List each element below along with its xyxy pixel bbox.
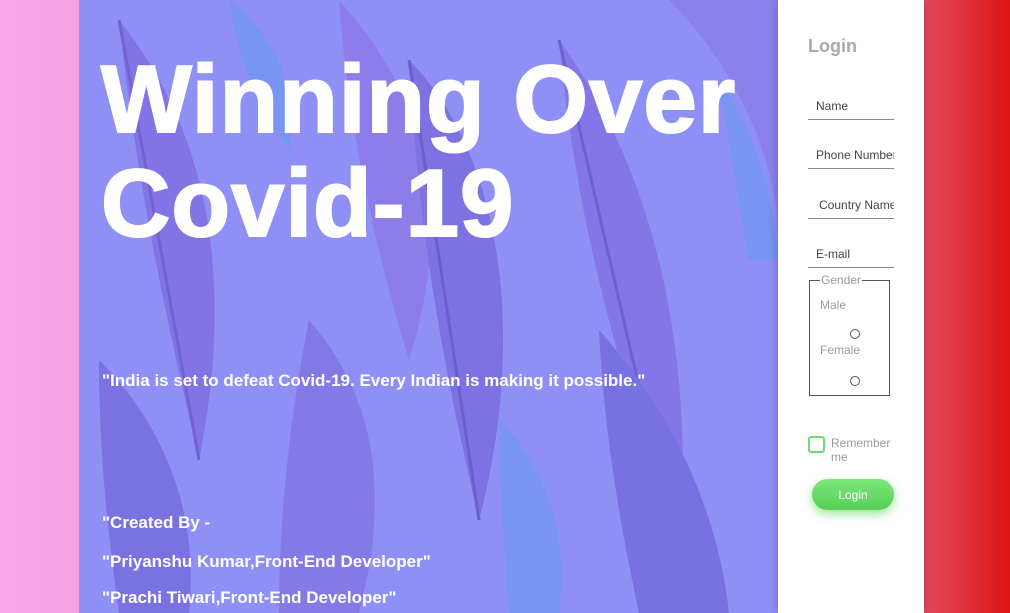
remember-me-checkbox[interactable] [808, 436, 825, 453]
gender-female-radio[interactable] [850, 376, 860, 386]
login-title: Login [808, 36, 857, 56]
email-input[interactable] [808, 240, 894, 268]
phone-input[interactable] [808, 141, 894, 169]
hero-title: Winning Over Covid-19 [100, 46, 737, 257]
hero-section: Winning Over Covid-19 "India is set to d… [79, 0, 778, 613]
credit-priyanshu: "Priyanshu Kumar,Front-End Developer" [102, 552, 431, 571]
remember-me-label: Remember me [831, 436, 891, 464]
gender-fieldset: Gender Male Female [809, 273, 890, 396]
gender-male-radio[interactable] [850, 329, 860, 339]
gender-legend: Gender [820, 273, 863, 287]
login-panel: Login Gender Male Female Remember me Log… [778, 0, 924, 613]
country-input[interactable] [808, 191, 894, 219]
login-button[interactable]: Login [812, 479, 894, 510]
hero-quote: "India is set to defeat Covid-19. Every … [102, 371, 646, 390]
gender-female-label: Female [820, 343, 861, 357]
credit-prachi: "Prachi Tiwari,Front-End Developer" [102, 588, 397, 607]
gender-male-label: Male [820, 298, 847, 312]
name-input[interactable] [808, 92, 894, 120]
credits-heading: "Created By - [102, 513, 211, 532]
